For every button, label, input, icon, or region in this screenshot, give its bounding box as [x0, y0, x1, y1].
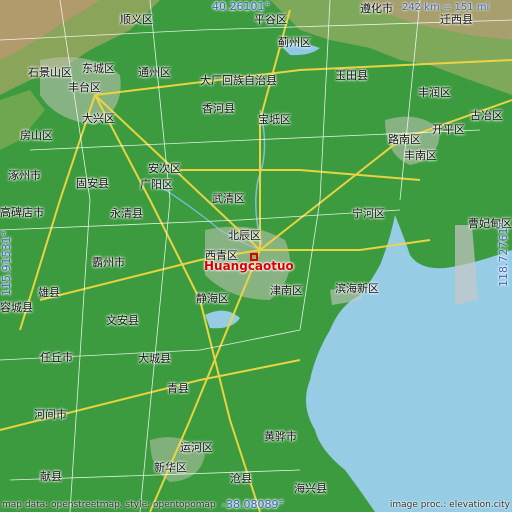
- label-baodi: 宝坻区: [258, 113, 291, 126]
- label-qianxi: 迁西县: [440, 13, 473, 26]
- label-fengrun: 丰润区: [418, 86, 451, 99]
- label-daxing: 大兴区: [82, 112, 115, 125]
- label-fengnan: 丰南区: [404, 149, 437, 162]
- label-yunhe: 运河区: [180, 441, 213, 454]
- label-kaiping: 开平区: [432, 123, 465, 136]
- label-lunan: 路南区: [388, 133, 421, 146]
- label-shunyi: 顺义区: [120, 13, 153, 26]
- label-guan: 固安县: [76, 177, 109, 190]
- label-dacheng: 大城县: [138, 352, 171, 365]
- label-rongcheng: 容城县: [0, 301, 33, 314]
- label-fengtai: 丰台区: [68, 81, 101, 94]
- label-zhuozhou: 涿州市: [8, 169, 41, 182]
- attribution-map-data: map data: openstreetmap, style: opentopo…: [2, 500, 216, 510]
- label-xinhua: 新华区: [154, 461, 187, 474]
- label-huanghua: 黄骅市: [264, 430, 297, 443]
- label-cang: 沧县: [230, 472, 252, 485]
- coord-top: 40.26101°: [212, 0, 270, 13]
- label-haixing: 海兴县: [294, 482, 327, 495]
- coord-right: 118.72761°: [497, 222, 510, 287]
- label-yutian: 玉田县: [335, 69, 368, 82]
- label-fangshan: 房山区: [20, 129, 53, 142]
- label-jizhou: 蓟州区: [278, 36, 311, 49]
- scale-label: 242 km = 151 mi: [402, 2, 490, 13]
- label-ninghe: 宁河区: [352, 207, 385, 220]
- coord-left: 115.91531°: [0, 231, 13, 296]
- label-jinnan: 津南区: [270, 284, 303, 297]
- label-dachang: 大厂回族自治县: [200, 74, 277, 87]
- label-dongcheng: 东城区: [82, 62, 115, 75]
- label-tongzhou: 通州区: [138, 66, 171, 79]
- place-name: Huangcaotuo: [204, 259, 294, 273]
- label-guangyang: 广阳区: [140, 178, 173, 191]
- label-anci: 安次区: [148, 162, 181, 175]
- label-shijingshan: 石景山区: [28, 66, 72, 79]
- label-binhai: 滨海新区: [335, 282, 379, 295]
- label-xiong: 雄县: [38, 286, 60, 299]
- label-jinghai: 静海区: [196, 292, 229, 305]
- label-xianxian: 献县: [40, 470, 62, 483]
- label-gaobeidian: 高碑店市: [0, 206, 44, 219]
- label-wuqing: 武清区: [212, 192, 245, 205]
- label-qing: 青县: [167, 382, 189, 395]
- label-wenan: 文安县: [106, 314, 139, 327]
- label-beichen: 北辰区: [228, 229, 261, 242]
- label-zunhua: 遵化市: [360, 2, 393, 15]
- label-guye: 古冶区: [470, 109, 503, 122]
- label-hejian: 河间市: [34, 408, 67, 421]
- label-xianghe: 香河县: [202, 102, 235, 115]
- label-renqiu: 任丘市: [40, 351, 73, 364]
- attribution-image-proc: image proc.: elevation.city: [389, 500, 510, 510]
- label-yongqing: 永清县: [110, 207, 143, 220]
- label-pinggu: 平谷区: [254, 13, 287, 26]
- coord-bottom: -38.08089°: [222, 498, 284, 511]
- label-bazhou: 霸州市: [92, 256, 125, 269]
- map-view[interactable]: 顺义区 平谷区 遵化市 迁西县 蓟州区 石景山区 东城区 通州区 大厂回族自治县…: [0, 0, 512, 512]
